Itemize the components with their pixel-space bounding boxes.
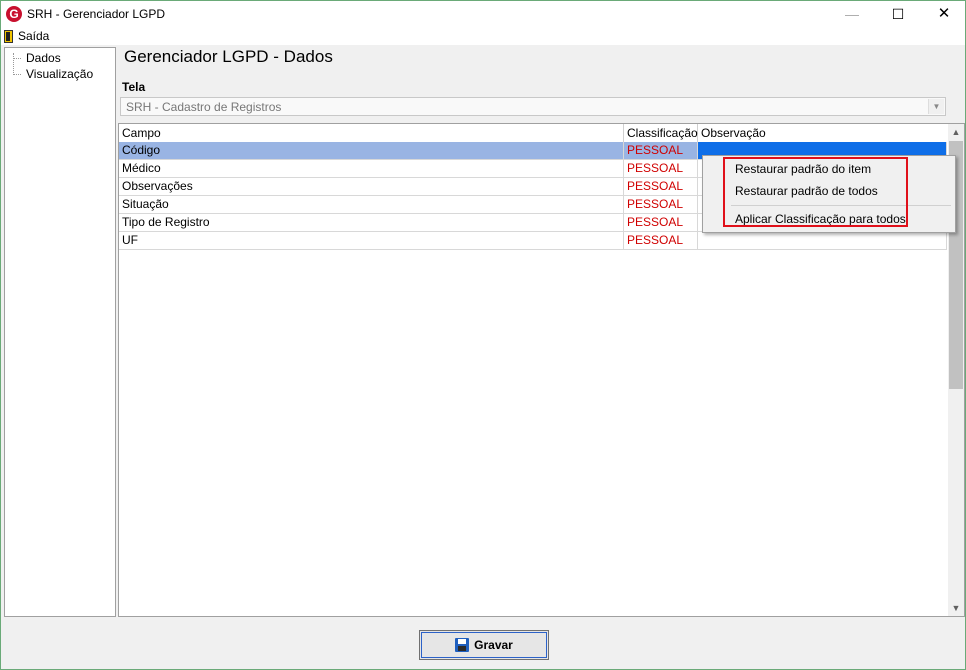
tela-select[interactable]: SRH - Cadastro de Registros ▼ — [120, 97, 946, 116]
cell-classificacao[interactable]: PESSOAL — [624, 196, 698, 213]
app-logo-icon: G — [6, 6, 22, 22]
tree-connector — [13, 53, 15, 75]
grid-header: Campo Classificação Observação — [119, 124, 947, 143]
maximize-button[interactable]: ☐ — [875, 1, 921, 27]
page-title: Gerenciador LGPD - Dados — [124, 47, 333, 66]
tree-item-visualizacao[interactable]: Visualização — [26, 66, 93, 82]
close-button[interactable]: ✕ — [921, 1, 966, 27]
cell-classificacao[interactable]: PESSOAL — [624, 160, 698, 177]
navigation-tree: Dados Visualização — [4, 47, 116, 617]
cell-campo[interactable]: Médico — [119, 160, 624, 177]
cell-classificacao[interactable]: PESSOAL — [624, 178, 698, 195]
table-row[interactable]: UF PESSOAL — [119, 232, 947, 250]
menu-bar: Saída — [1, 27, 965, 45]
scroll-up-icon[interactable]: ▲ — [948, 124, 964, 140]
cell-campo[interactable]: Situação — [119, 196, 624, 213]
tree-connector — [13, 74, 21, 75]
menu-item-label: Saída — [18, 29, 50, 43]
tela-label: Tela — [122, 80, 146, 94]
floppy-disk-icon — [455, 638, 470, 652]
app-window: G SRH - Gerenciador LGPD — ☐ ✕ Saída Dad… — [0, 0, 966, 670]
tela-select-value: SRH - Cadastro de Registros — [126, 100, 282, 114]
column-header-campo[interactable]: Campo — [119, 124, 624, 142]
cell-campo[interactable]: Observações — [119, 178, 624, 195]
minimize-button[interactable]: — — [829, 1, 875, 27]
window-title: SRH - Gerenciador LGPD — [27, 7, 166, 21]
annotation-highlight-box — [723, 157, 908, 227]
cell-observacao[interactable] — [698, 232, 947, 249]
title-bar[interactable]: G SRH - Gerenciador LGPD — ☐ ✕ — [1, 1, 965, 27]
cell-campo[interactable]: Tipo de Registro — [119, 214, 624, 231]
cell-classificacao[interactable]: PESSOAL — [624, 142, 698, 159]
column-header-observacao[interactable]: Observação — [698, 124, 947, 142]
gravar-button[interactable]: Gravar — [419, 630, 549, 660]
scroll-down-icon[interactable]: ▼ — [948, 600, 964, 616]
menu-item-saida[interactable]: Saída — [4, 28, 49, 44]
gravar-button-label: Gravar — [474, 638, 513, 652]
cell-classificacao[interactable]: PESSOAL — [624, 214, 698, 231]
column-header-classificacao[interactable]: Classificação — [624, 124, 698, 142]
exit-door-icon — [4, 29, 13, 43]
cell-campo[interactable]: UF — [119, 232, 624, 249]
tree-connector — [13, 58, 21, 59]
tree-item-dados[interactable]: Dados — [26, 50, 61, 66]
cell-classificacao[interactable]: PESSOAL — [624, 232, 698, 249]
cell-campo[interactable]: Código — [119, 142, 624, 159]
chevron-down-icon[interactable]: ▼ — [928, 99, 944, 114]
